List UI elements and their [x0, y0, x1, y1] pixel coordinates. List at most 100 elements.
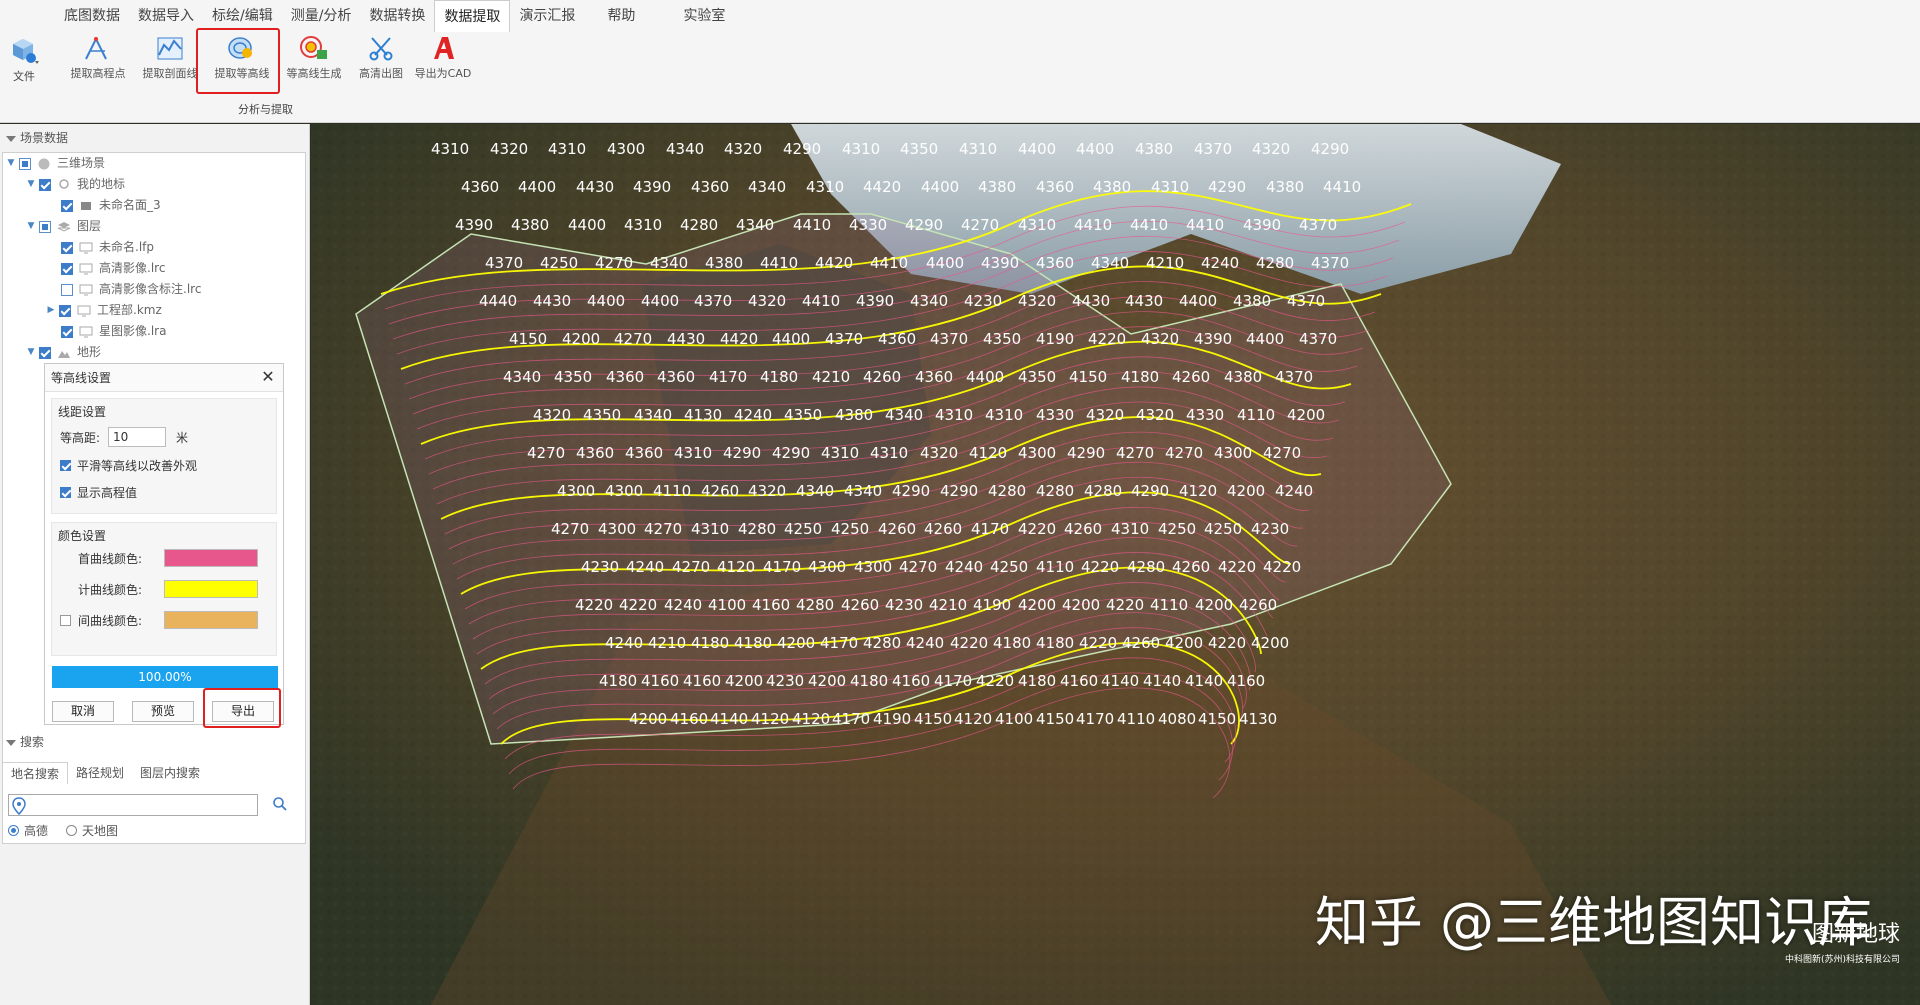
tree-terrain[interactable]: ▼ 地形: [25, 342, 101, 363]
elevation-label: 4340: [910, 292, 948, 310]
tree-label: 高清影像含标注.lrc: [99, 282, 202, 296]
profile-chart-icon: [157, 37, 183, 60]
menu-help[interactable]: 帮助: [598, 0, 644, 32]
close-icon[interactable]: ✕: [259, 368, 277, 386]
elevation-label: 4230: [581, 558, 619, 576]
tree-label: 未命名.lfp: [99, 240, 154, 254]
elevation-label: 4270: [595, 254, 633, 272]
elevation-label: 4170: [832, 710, 870, 728]
satellite-terrain[interactable]: 4310 4320 4310 4300 4340 4320 4290 4310 4350 4310…: [311, 124, 1920, 1005]
elevation-label: 4400: [587, 292, 625, 310]
elevation-label: 4380: [1266, 178, 1304, 196]
elevation-label: 4310: [842, 140, 880, 158]
tab-place-search[interactable]: 地名搜索: [2, 762, 69, 784]
elevation-label: 4370: [1194, 140, 1232, 158]
checkbox[interactable]: [61, 325, 73, 338]
show-elevation-label: 显示高程值: [77, 486, 138, 500]
monitor-icon: [79, 284, 93, 295]
tree-layer-item[interactable]: 高清影像.lrc: [59, 258, 165, 279]
menu-basemap-data[interactable]: 底图数据: [55, 0, 129, 32]
expand-icon[interactable]: ▼: [25, 216, 37, 237]
radio-tianditu-label: 天地图: [82, 824, 119, 838]
scene-data-header[interactable]: 场景数据: [0, 128, 309, 148]
expand-icon[interactable]: ▶: [45, 300, 57, 321]
extract-elevation-points-button[interactable]: 提取高程点: [62, 32, 134, 88]
checkbox[interactable]: [39, 220, 51, 233]
hd-output-button[interactable]: 高清出图: [350, 32, 412, 88]
elevation-label: 4430: [533, 292, 571, 310]
menu-lab[interactable]: 实验室: [674, 0, 734, 32]
export-cad-button[interactable]: 导出为CAD: [412, 32, 474, 88]
elevation-label: 4390: [1243, 216, 1281, 234]
map-view[interactable]: 4310 4320 4310 4300 4340 4320 4290 4310 4350 4310…: [311, 124, 1920, 1005]
cad-icon: [434, 37, 454, 59]
elevation-label: 4410: [802, 292, 840, 310]
elevation-label: 4220: [1106, 596, 1144, 614]
tab-route-planning[interactable]: 路径规划: [68, 762, 132, 784]
index-color-swatch[interactable]: [164, 580, 258, 598]
show-elevation-checkbox[interactable]: [60, 487, 71, 498]
elevation-label: 4280: [1084, 482, 1122, 500]
tree-root[interactable]: ▼ 三维场景: [5, 153, 105, 174]
checkbox[interactable]: [39, 346, 51, 359]
tree-unnamed-face[interactable]: 未命名面_3: [59, 195, 161, 216]
menu-data-import[interactable]: 数据导入: [129, 0, 203, 32]
tab-layer-search[interactable]: 图层内搜索: [132, 762, 208, 784]
elevation-label: 4340: [748, 178, 786, 196]
menu-data-convert[interactable]: 数据转换: [360, 0, 434, 32]
checkbox[interactable]: [19, 157, 31, 170]
expand-icon[interactable]: ▼: [25, 342, 37, 363]
first-color-swatch[interactable]: [164, 549, 258, 567]
elevation-label: 4360: [1036, 178, 1074, 196]
show-elevation-row[interactable]: 显示高程值: [60, 484, 137, 501]
expand-icon[interactable]: ▼: [5, 153, 17, 174]
elevation-label: 4280: [680, 216, 718, 234]
monitor-icon: [77, 305, 91, 316]
smooth-checkbox[interactable]: [60, 460, 71, 471]
cancel-button[interactable]: 取消: [52, 701, 114, 722]
checkbox[interactable]: [61, 199, 73, 212]
elevation-label: 4380: [1224, 368, 1262, 386]
inter-color-swatch[interactable]: [164, 611, 258, 629]
elevation-label: 4350: [1018, 368, 1056, 386]
tree-layers[interactable]: ▼ 图层: [25, 216, 101, 237]
elevation-label: 4120: [969, 444, 1007, 462]
elevation-label: 4330: [1186, 406, 1224, 424]
elevation-label: 4340: [1091, 254, 1129, 272]
expand-icon[interactable]: ▼: [25, 174, 37, 195]
tree-label: 我的地标: [77, 177, 126, 191]
contour-generate-button[interactable]: 等高线生成: [278, 32, 350, 88]
tree-layer-item[interactable]: 高清影像含标注.lrc: [59, 279, 201, 300]
elevation-label: 4410: [1186, 216, 1224, 234]
inter-color-checkbox[interactable]: [60, 614, 71, 626]
elevation-label: 4340: [885, 406, 923, 424]
search-input[interactable]: [8, 794, 258, 816]
interval-input[interactable]: 10: [108, 427, 167, 447]
monitor-icon: [79, 263, 93, 274]
elevation-label: 4340: [650, 254, 688, 272]
smooth-row[interactable]: 平滑等高线以改善外观: [60, 457, 197, 474]
tree-layer-item[interactable]: ▶ 工程部.kmz: [45, 300, 162, 321]
file-button[interactable]: 文件: [6, 34, 42, 84]
checkbox[interactable]: [61, 262, 73, 275]
highlight-extract-contour: [196, 28, 280, 94]
menu-presentation[interactable]: 演示汇报: [510, 0, 584, 32]
search-header[interactable]: 搜索: [0, 732, 310, 752]
tree-layer-item[interactable]: 星图影像.lra: [59, 321, 166, 342]
tree-layer-item[interactable]: 未命名.lfp: [59, 237, 154, 258]
preview-button[interactable]: 预览: [132, 701, 194, 722]
scissors-icon: [369, 37, 393, 61]
checkbox[interactable]: [61, 283, 73, 296]
elevation-label: 4350: [900, 140, 938, 158]
radio-tianditu[interactable]: [66, 825, 78, 836]
radio-gaode[interactable]: [8, 825, 19, 836]
checkbox[interactable]: [59, 304, 71, 317]
elevation-label: 4260: [1122, 634, 1160, 652]
checkbox[interactable]: [39, 178, 51, 191]
elevation-label: 4390: [455, 216, 493, 234]
menu-data-extract[interactable]: 数据提取: [434, 0, 511, 32]
checkbox[interactable]: [61, 241, 73, 254]
search-icon[interactable]: [272, 796, 288, 812]
tree-placemarks[interactable]: ▼ 我的地标: [25, 174, 125, 195]
menu-measure-analysis[interactable]: 测量/分析: [282, 0, 361, 32]
